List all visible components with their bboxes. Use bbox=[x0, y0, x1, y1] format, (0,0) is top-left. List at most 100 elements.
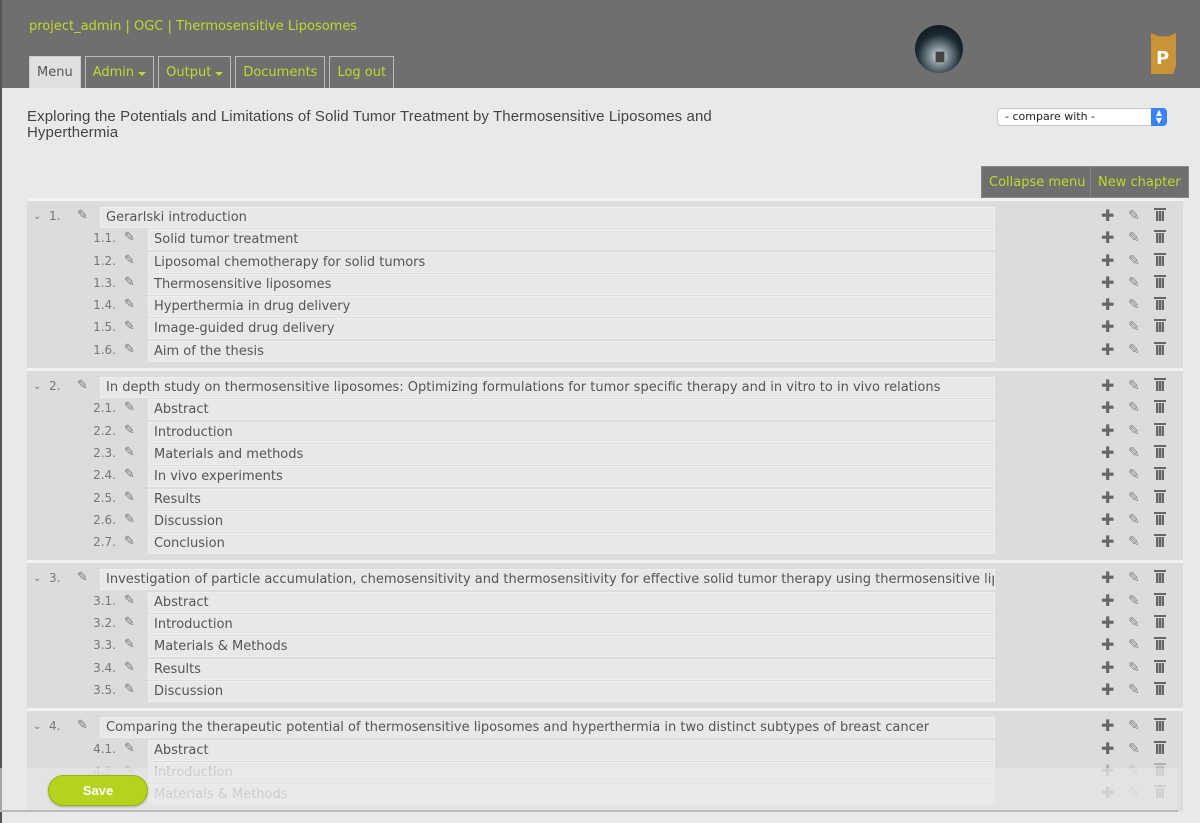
trash-icon[interactable] bbox=[1154, 297, 1166, 314]
pencil-icon[interactable]: ✎ bbox=[124, 467, 135, 482]
pencil-icon[interactable]: ✎ bbox=[124, 445, 135, 460]
nav-output[interactable]: Output bbox=[158, 56, 232, 88]
pencil-icon[interactable]: ✎ bbox=[124, 660, 135, 675]
pencil-icon[interactable]: ✎ bbox=[124, 637, 135, 652]
trash-icon[interactable] bbox=[1154, 718, 1166, 735]
subchapter-title-field[interactable]: Introduction bbox=[148, 614, 995, 636]
trash-icon[interactable] bbox=[1154, 659, 1166, 677]
pencil-icon[interactable]: ✎ bbox=[124, 534, 135, 549]
pencil-icon[interactable]: ✎ bbox=[1128, 467, 1140, 483]
pencil-icon[interactable]: ✎ bbox=[1128, 342, 1140, 358]
plus-icon[interactable]: ✚ bbox=[1101, 716, 1114, 735]
subchapter-title-field[interactable]: Conclusion bbox=[148, 533, 995, 555]
pencil-icon[interactable]: ✎ bbox=[124, 741, 135, 756]
pencil-icon[interactable]: ✎ bbox=[124, 490, 135, 505]
chevron-down-icon[interactable]: ⌄ bbox=[33, 381, 41, 392]
plus-icon[interactable]: ✚ bbox=[1101, 421, 1114, 440]
subchapter-title-field[interactable]: Abstract bbox=[148, 739, 995, 761]
chevron-down-icon[interactable]: ⌄ bbox=[33, 573, 41, 584]
pencil-icon[interactable]: ✎ bbox=[1128, 378, 1140, 394]
plus-icon[interactable]: ✚ bbox=[1101, 376, 1114, 395]
trash-icon[interactable] bbox=[1154, 378, 1166, 395]
avatar[interactable] bbox=[915, 25, 963, 73]
trash-icon[interactable] bbox=[1154, 444, 1166, 462]
plus-icon[interactable]: ✚ bbox=[1101, 443, 1114, 462]
trash-icon[interactable] bbox=[1154, 230, 1166, 247]
pencil-icon[interactable]: ✎ bbox=[124, 615, 135, 630]
pencil-icon[interactable]: ✎ bbox=[124, 319, 135, 334]
pencil-icon[interactable]: ✎ bbox=[1128, 208, 1140, 224]
pencil-icon[interactable]: ✎ bbox=[1128, 570, 1140, 586]
pencil-icon[interactable]: ✎ bbox=[1128, 297, 1140, 313]
plus-icon[interactable]: ✚ bbox=[1101, 658, 1114, 677]
trash-icon[interactable] bbox=[1154, 511, 1166, 529]
nav-menu[interactable]: Menu bbox=[29, 56, 81, 88]
trash-icon[interactable] bbox=[1154, 592, 1166, 610]
plus-icon[interactable]: ✚ bbox=[1101, 568, 1114, 587]
subchapter-title-field[interactable]: Abstract bbox=[148, 399, 995, 421]
subchapter-title-field[interactable]: Aim of the thesis bbox=[148, 340, 995, 362]
pencil-icon[interactable]: ✎ bbox=[1128, 512, 1140, 528]
trash-icon[interactable] bbox=[1154, 400, 1166, 417]
subchapter-title-field[interactable]: Discussion bbox=[148, 510, 995, 532]
plus-icon[interactable]: ✚ bbox=[1101, 739, 1114, 758]
trash-icon[interactable] bbox=[1154, 681, 1166, 699]
pencil-icon[interactable]: ✎ bbox=[124, 400, 135, 415]
pencil-icon[interactable]: ✎ bbox=[1128, 660, 1140, 676]
pencil-icon[interactable]: ✎ bbox=[77, 378, 88, 393]
subchapter-title-field[interactable]: Results bbox=[148, 658, 995, 680]
pencil-icon[interactable]: ✎ bbox=[124, 275, 135, 290]
pencil-icon[interactable]: ✎ bbox=[77, 718, 88, 733]
subchapter-title-field[interactable]: Discussion bbox=[148, 680, 995, 702]
subchapter-title-field[interactable]: In vivo experiments bbox=[148, 466, 995, 488]
plus-icon[interactable]: ✚ bbox=[1101, 206, 1114, 225]
trash-icon[interactable] bbox=[1154, 489, 1166, 507]
pencil-icon[interactable]: ✎ bbox=[1128, 445, 1140, 461]
pencil-icon[interactable]: ✎ bbox=[1128, 319, 1140, 335]
plus-icon[interactable]: ✚ bbox=[1101, 465, 1114, 484]
chapter-title-field[interactable]: Comparing the therapeutic potential of t… bbox=[100, 717, 995, 739]
subchapter-title-field[interactable]: Introduction bbox=[148, 421, 995, 443]
pencil-icon[interactable]: ✎ bbox=[1128, 400, 1140, 416]
subchapter-title-field[interactable]: Hyperthermia in drug delivery bbox=[148, 296, 995, 318]
save-button[interactable]: Save bbox=[48, 775, 148, 806]
pencil-icon[interactable]: ✎ bbox=[1128, 741, 1140, 757]
pencil-icon[interactable]: ✎ bbox=[1128, 682, 1140, 698]
pencil-icon[interactable]: ✎ bbox=[124, 512, 135, 527]
trash-icon[interactable] bbox=[1154, 615, 1166, 632]
subchapter-title-field[interactable]: Abstract bbox=[148, 591, 995, 613]
plus-icon[interactable]: ✚ bbox=[1101, 488, 1114, 507]
subchapter-title-field[interactable]: Solid tumor treatment bbox=[148, 229, 995, 251]
collapse-menu-button[interactable]: Collapse menu bbox=[981, 166, 1094, 198]
brand-breadcrumb[interactable]: project_admin | OGC | Thermosensitive Li… bbox=[29, 19, 357, 34]
chapter-title-field[interactable]: Investigation of particle accumulation, … bbox=[100, 569, 995, 591]
trash-icon[interactable] bbox=[1154, 570, 1166, 587]
pencil-icon[interactable]: ✎ bbox=[124, 230, 135, 245]
subchapter-title-field[interactable]: Image-guided drug delivery bbox=[148, 318, 995, 340]
plus-icon[interactable]: ✚ bbox=[1101, 398, 1114, 417]
subchapter-title-field[interactable]: Liposomal chemotherapy for solid tumors bbox=[148, 251, 995, 273]
trash-icon[interactable] bbox=[1154, 252, 1166, 270]
app-logo[interactable]: P bbox=[1151, 33, 1176, 74]
pencil-icon[interactable]: ✎ bbox=[1128, 253, 1140, 269]
chevron-down-icon[interactable]: ⌄ bbox=[33, 211, 41, 222]
plus-icon[interactable]: ✚ bbox=[1101, 680, 1114, 699]
plus-icon[interactable]: ✚ bbox=[1101, 251, 1114, 270]
subchapter-title-field[interactable]: Materials and methods bbox=[148, 443, 995, 465]
trash-icon[interactable] bbox=[1154, 467, 1166, 484]
trash-icon[interactable] bbox=[1154, 534, 1166, 551]
pencil-icon[interactable]: ✎ bbox=[124, 682, 135, 697]
trash-icon[interactable] bbox=[1154, 319, 1166, 336]
plus-icon[interactable]: ✚ bbox=[1101, 591, 1114, 610]
nav-documents[interactable]: Documents bbox=[235, 56, 326, 88]
compare-with-select[interactable]: - compare with - ▲ ▼ bbox=[997, 108, 1167, 126]
chapter-title-field[interactable]: In depth study on thermosensitive liposo… bbox=[100, 377, 995, 399]
subchapter-title-field[interactable]: Results bbox=[148, 488, 995, 510]
pencil-icon[interactable]: ✎ bbox=[1128, 615, 1140, 631]
plus-icon[interactable]: ✚ bbox=[1101, 635, 1114, 654]
pencil-icon[interactable]: ✎ bbox=[1128, 423, 1140, 439]
pencil-icon[interactable]: ✎ bbox=[1128, 718, 1140, 734]
trash-icon[interactable] bbox=[1154, 637, 1166, 654]
pencil-icon[interactable]: ✎ bbox=[1128, 275, 1140, 291]
pencil-icon[interactable]: ✎ bbox=[1128, 637, 1140, 653]
